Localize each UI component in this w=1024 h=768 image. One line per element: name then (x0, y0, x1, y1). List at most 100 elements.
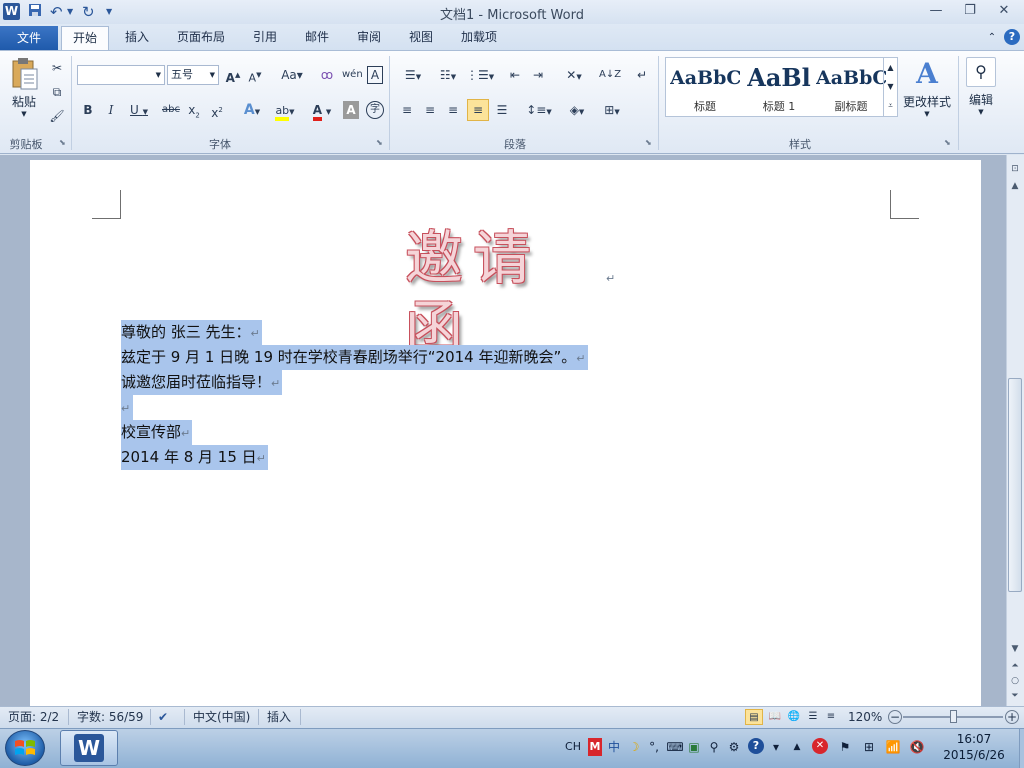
language-indicator[interactable]: 中文(中国) (193, 709, 250, 725)
document-heading[interactable]: 邀请函 (405, 223, 605, 362)
styles-launcher-icon[interactable]: ⬊ (944, 138, 953, 147)
change-case-icon[interactable]: Aa▾ (279, 65, 305, 85)
increase-indent-icon[interactable]: ⇥ (528, 65, 548, 85)
document-line[interactable]: 2014 年 8 月 15 日↵ (121, 445, 268, 470)
sort-icon[interactable]: A↓Z (599, 65, 621, 85)
ime-m-icon[interactable]: M (588, 738, 602, 756)
security-alert-icon[interactable]: ✕ (812, 738, 828, 754)
show-hidden-icons[interactable]: ▲ (790, 738, 804, 756)
paste-dropdown-icon[interactable]: ▼ (19, 110, 29, 118)
browse-object-icon[interactable]: ○ (1009, 675, 1021, 687)
justify-icon[interactable]: ≡ (467, 99, 489, 121)
zoom-level[interactable]: 120% (848, 709, 882, 725)
taskbar-word-button[interactable]: W (60, 730, 118, 766)
outline-view-icon[interactable]: ☰ (805, 709, 821, 725)
print-layout-view-icon[interactable]: ▤ (745, 709, 763, 725)
signal-icon[interactable]: 📶 (884, 738, 902, 756)
tray-app-icon[interactable]: ▣ (686, 738, 702, 756)
character-border-icon[interactable]: A (367, 66, 383, 84)
insert-mode-indicator[interactable]: 插入 (267, 709, 291, 725)
font-name-combo[interactable]: ▼ (77, 65, 165, 85)
shading-icon[interactable]: ◈▼ (563, 100, 591, 120)
font-color-icon[interactable]: A ▼ (307, 100, 337, 121)
proofing-icon[interactable]: ✔ (158, 709, 178, 725)
strikethrough-icon[interactable]: abc (161, 100, 181, 120)
cut-icon[interactable]: ✂ (48, 58, 66, 78)
volume-muted-icon[interactable]: 🔇 (908, 738, 926, 756)
superscript-icon[interactable]: x2 (209, 100, 225, 120)
format-painter-icon[interactable]: 🖌 (48, 106, 66, 126)
tab-mailings[interactable]: 邮件 (296, 26, 338, 49)
tab-insert[interactable]: 插入 (116, 26, 158, 49)
line-spacing-icon[interactable]: ↕≡▼ (526, 100, 552, 120)
tab-home[interactable]: 开始 (61, 26, 109, 51)
zoom-in-icon[interactable]: + (1005, 710, 1019, 724)
styles-gallery[interactable]: AaBbC 标题 AaBl 标题 1 AaBbC 副标题 (665, 57, 898, 117)
style-subtitle[interactable]: AaBbC 副标题 (816, 64, 886, 114)
phonetic-guide-icon[interactable]: wén (342, 65, 363, 85)
font-launcher-icon[interactable]: ⬊ (376, 138, 385, 147)
change-styles-icon[interactable]: A (910, 57, 944, 91)
borders-icon[interactable]: ⊞▼ (598, 100, 626, 120)
enclose-character-icon[interactable]: 字 (366, 101, 384, 119)
scroll-down-icon[interactable]: ▼ (1009, 643, 1021, 655)
align-center-icon[interactable]: ≡ (420, 100, 440, 120)
highlight-icon[interactable]: ab▼ (270, 100, 300, 121)
ribbon-collapse-icon[interactable]: ⌃ (984, 27, 1000, 50)
subscript-icon[interactable]: x2 (186, 100, 202, 120)
punctuation-icon[interactable]: °, (646, 738, 662, 756)
style-title[interactable]: AaBbC 标题 (670, 64, 740, 114)
style-heading-1[interactable]: AaBl 标题 1 (744, 64, 814, 114)
underline-icon[interactable]: U ▼ (126, 100, 152, 120)
tab-page-layout[interactable]: 页面布局 (168, 26, 234, 49)
minimize-button[interactable]: — (922, 2, 950, 20)
zoom-out-icon[interactable]: − (888, 710, 902, 724)
keyboard-icon[interactable]: ⌨ (666, 738, 684, 756)
document-line[interactable]: 校宣传部↵ (121, 420, 193, 445)
editing-button[interactable]: 编辑 (962, 91, 1000, 108)
document-line[interactable]: ↵ (121, 395, 133, 420)
tab-file[interactable]: 文件 (0, 26, 58, 50)
scroll-up-icon[interactable]: ▲ (1009, 180, 1021, 192)
web-layout-view-icon[interactable]: 🌐 (786, 709, 802, 725)
find-binoculars-icon[interactable]: ⚲ (966, 57, 996, 87)
network-windows-icon[interactable]: ⊞ (860, 738, 878, 756)
ime-mode-icon[interactable]: 中 (606, 738, 622, 756)
next-page-icon[interactable]: ⏷ (1009, 690, 1021, 702)
tray-flag-icon[interactable]: ⚑ (836, 738, 854, 756)
character-shading-icon[interactable]: A (343, 101, 359, 119)
help-icon[interactable]: ? (1004, 29, 1020, 45)
chinese-layout-icon[interactable]: ✕▼ (560, 65, 588, 85)
text-effects-icon[interactable]: A▼ (240, 100, 264, 120)
gallery-more-icon[interactable]: ⩡ (883, 96, 897, 116)
multilevel-list-icon[interactable]: ⋮☰▼ (466, 65, 494, 85)
ime-indicator[interactable]: CH (563, 738, 583, 756)
show-marks-icon[interactable]: ↵ (633, 65, 651, 85)
paragraph-launcher-icon[interactable]: ⬊ (645, 138, 654, 147)
tab-addins[interactable]: 加载项 (452, 26, 506, 49)
italic-icon[interactable]: I (103, 100, 119, 120)
paste-icon[interactable] (9, 57, 39, 91)
decrease-indent-icon[interactable]: ⇤ (505, 65, 525, 85)
tab-review[interactable]: 审阅 (348, 26, 390, 49)
restore-button[interactable]: ❐ (956, 2, 984, 20)
editing-dropdown-icon[interactable]: ▼ (976, 108, 986, 116)
tab-view[interactable]: 视图 (400, 26, 442, 49)
zoom-slider-thumb[interactable] (950, 710, 957, 723)
document-line[interactable]: 兹定于 9 月 1 日晚 19 时在学校青春剧场举行“2014 年迎新晚会”。↵ (121, 345, 588, 370)
scrollbar-thumb[interactable] (1008, 378, 1022, 592)
font-size-combo[interactable]: 五号 ▼ (167, 65, 219, 85)
draft-view-icon[interactable]: ≡ (823, 709, 839, 725)
grow-font-icon[interactable]: A▲ (224, 65, 242, 85)
moon-icon[interactable]: ☽ (626, 738, 642, 756)
page-count[interactable]: 页面: 2/2 (8, 709, 59, 725)
tray-search-icon[interactable]: ⚲ (706, 738, 722, 756)
tab-references[interactable]: 引用 (244, 26, 286, 49)
bullets-icon[interactable]: ☰▼ (398, 65, 428, 85)
change-styles-dropdown-icon[interactable]: ▼ (922, 110, 932, 118)
clear-formatting-icon[interactable]: ꝏ (318, 65, 336, 85)
change-styles-button[interactable]: 更改样式 (900, 93, 954, 110)
tray-menu-icon[interactable]: ▾ (768, 738, 784, 756)
document-line[interactable]: 尊敬的 张三 先生：↵ (121, 320, 262, 345)
shrink-font-icon[interactable]: A▼ (246, 65, 264, 85)
